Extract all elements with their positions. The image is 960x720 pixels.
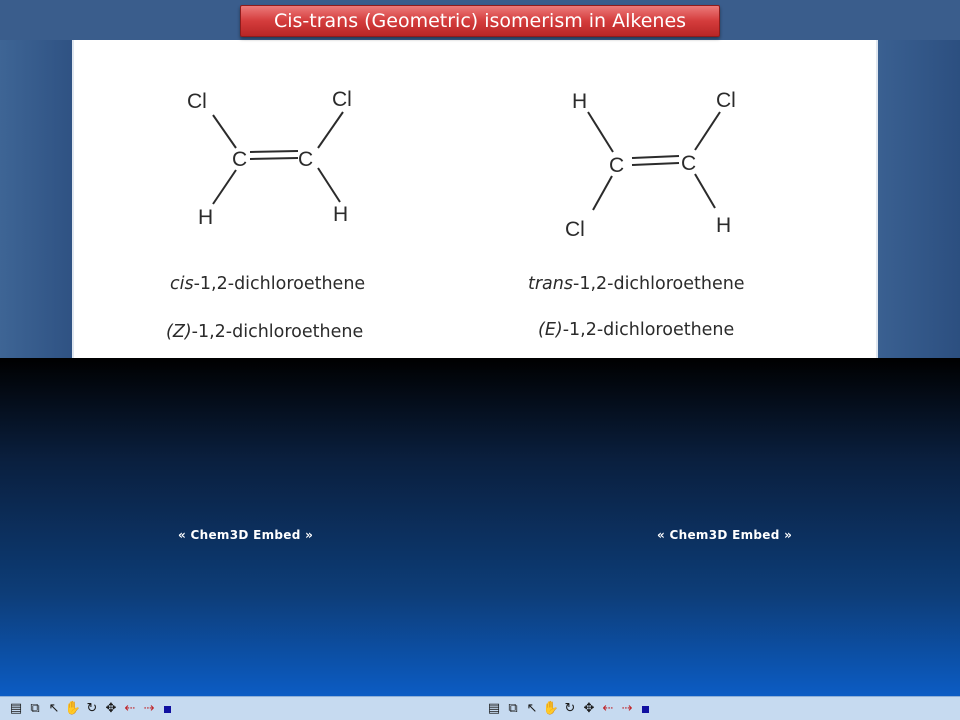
slide-title: Cis-trans (Geometric) isomerism in Alken… bbox=[240, 5, 720, 37]
atom-bottom-right: H bbox=[333, 203, 348, 226]
z-name-prefix: (Z) bbox=[166, 322, 192, 342]
stop-icon[interactable] bbox=[642, 705, 649, 713]
z-name-suffix: -1,2-dichloroethene bbox=[191, 322, 364, 342]
toolbar-group-left: ▤ ⧉ ↖ ✋ ↻ ✥ ⇠ ⇢ bbox=[8, 700, 171, 718]
double-bond-lower bbox=[631, 162, 680, 166]
bond-c1-topleft bbox=[212, 114, 237, 149]
bond-c2-topright bbox=[694, 111, 721, 151]
bond-left-icon[interactable]: ⇠ bbox=[600, 701, 616, 717]
double-bond-lower bbox=[249, 157, 299, 160]
atom-bottom-left: H bbox=[198, 206, 213, 229]
bond-c1-bottomleft bbox=[212, 169, 237, 205]
bond-c2-bottomright bbox=[317, 167, 341, 203]
e-name: (E)-1,2-dichloroethene bbox=[538, 320, 734, 340]
chem3d-embed-right[interactable]: « Chem3D Embed » bbox=[657, 528, 792, 542]
document-icon[interactable]: ▤ bbox=[8, 701, 24, 717]
e-name-prefix: (E) bbox=[538, 320, 563, 340]
bond-right-icon[interactable]: ⇢ bbox=[619, 701, 635, 717]
translate-icon[interactable]: ✥ bbox=[581, 701, 597, 717]
chem3d-toolbar: ▤ ⧉ ↖ ✋ ↻ ✥ ⇠ ⇢ ▤ ⧉ ↖ ✋ ↻ ✥ ⇠ ⇢ bbox=[0, 696, 960, 720]
toolbar-group-right: ▤ ⧉ ↖ ✋ ↻ ✥ ⇠ ⇢ bbox=[486, 700, 649, 718]
cis-name-prefix: cis bbox=[170, 274, 194, 294]
trans-name-suffix: -1,2-dichloroethene bbox=[573, 274, 745, 294]
atom-c-left: C bbox=[232, 148, 247, 171]
stop-icon[interactable] bbox=[164, 705, 171, 713]
chem3d-embed-area: « Chem3D Embed » « Chem3D Embed » bbox=[0, 358, 960, 696]
pointer-icon[interactable]: ↖ bbox=[46, 701, 62, 717]
trans-structure: H Cl C C Cl H bbox=[565, 89, 736, 241]
trans-name-prefix: trans bbox=[528, 274, 573, 294]
pointer-icon[interactable]: ↖ bbox=[524, 701, 540, 717]
bond-c2-bottomright bbox=[694, 173, 716, 209]
chem3d-embed-left[interactable]: « Chem3D Embed » bbox=[178, 528, 313, 542]
cis-name-suffix: -1,2-dichloroethene bbox=[193, 274, 366, 294]
atom-bottom-right: H bbox=[716, 214, 731, 237]
translate-icon[interactable]: ✥ bbox=[103, 701, 119, 717]
bond-right-icon[interactable]: ⇢ bbox=[141, 701, 157, 717]
atom-top-left: Cl bbox=[187, 90, 207, 113]
atom-c-right: C bbox=[298, 148, 313, 171]
trans-name: trans-1,2-dichloroethene bbox=[528, 274, 745, 294]
left-side-band bbox=[0, 40, 72, 358]
atom-bottom-left: Cl bbox=[565, 218, 585, 241]
bond-c1-bottomleft bbox=[592, 175, 613, 211]
molecule-icon[interactable]: ⧉ bbox=[505, 701, 521, 717]
hand-icon[interactable]: ✋ bbox=[65, 701, 81, 717]
cis-structure: Cl Cl C C H H bbox=[187, 88, 352, 229]
bond-c1-topleft bbox=[587, 111, 614, 153]
e-name-suffix: -1,2-dichloroethene bbox=[562, 320, 735, 340]
right-side-band bbox=[878, 40, 960, 358]
atom-c-right: C bbox=[681, 152, 696, 175]
atom-top-left: H bbox=[572, 90, 587, 113]
double-bond-upper bbox=[631, 155, 680, 159]
rotate-icon[interactable]: ↻ bbox=[562, 701, 578, 717]
cis-name: cis-1,2-dichloroethene bbox=[170, 274, 365, 294]
atom-top-right: Cl bbox=[716, 89, 736, 112]
hand-icon[interactable]: ✋ bbox=[543, 701, 559, 717]
bond-c2-topright bbox=[317, 111, 344, 149]
document-icon[interactable]: ▤ bbox=[486, 701, 502, 717]
bond-left-icon[interactable]: ⇠ bbox=[122, 701, 138, 717]
rotate-icon[interactable]: ↻ bbox=[84, 701, 100, 717]
atom-top-right: Cl bbox=[332, 88, 352, 111]
double-bond-upper bbox=[249, 150, 299, 153]
z-name: (Z)-1,2-dichloroethene bbox=[166, 322, 363, 342]
atom-c-left: C bbox=[609, 154, 624, 177]
molecule-icon[interactable]: ⧉ bbox=[27, 701, 43, 717]
